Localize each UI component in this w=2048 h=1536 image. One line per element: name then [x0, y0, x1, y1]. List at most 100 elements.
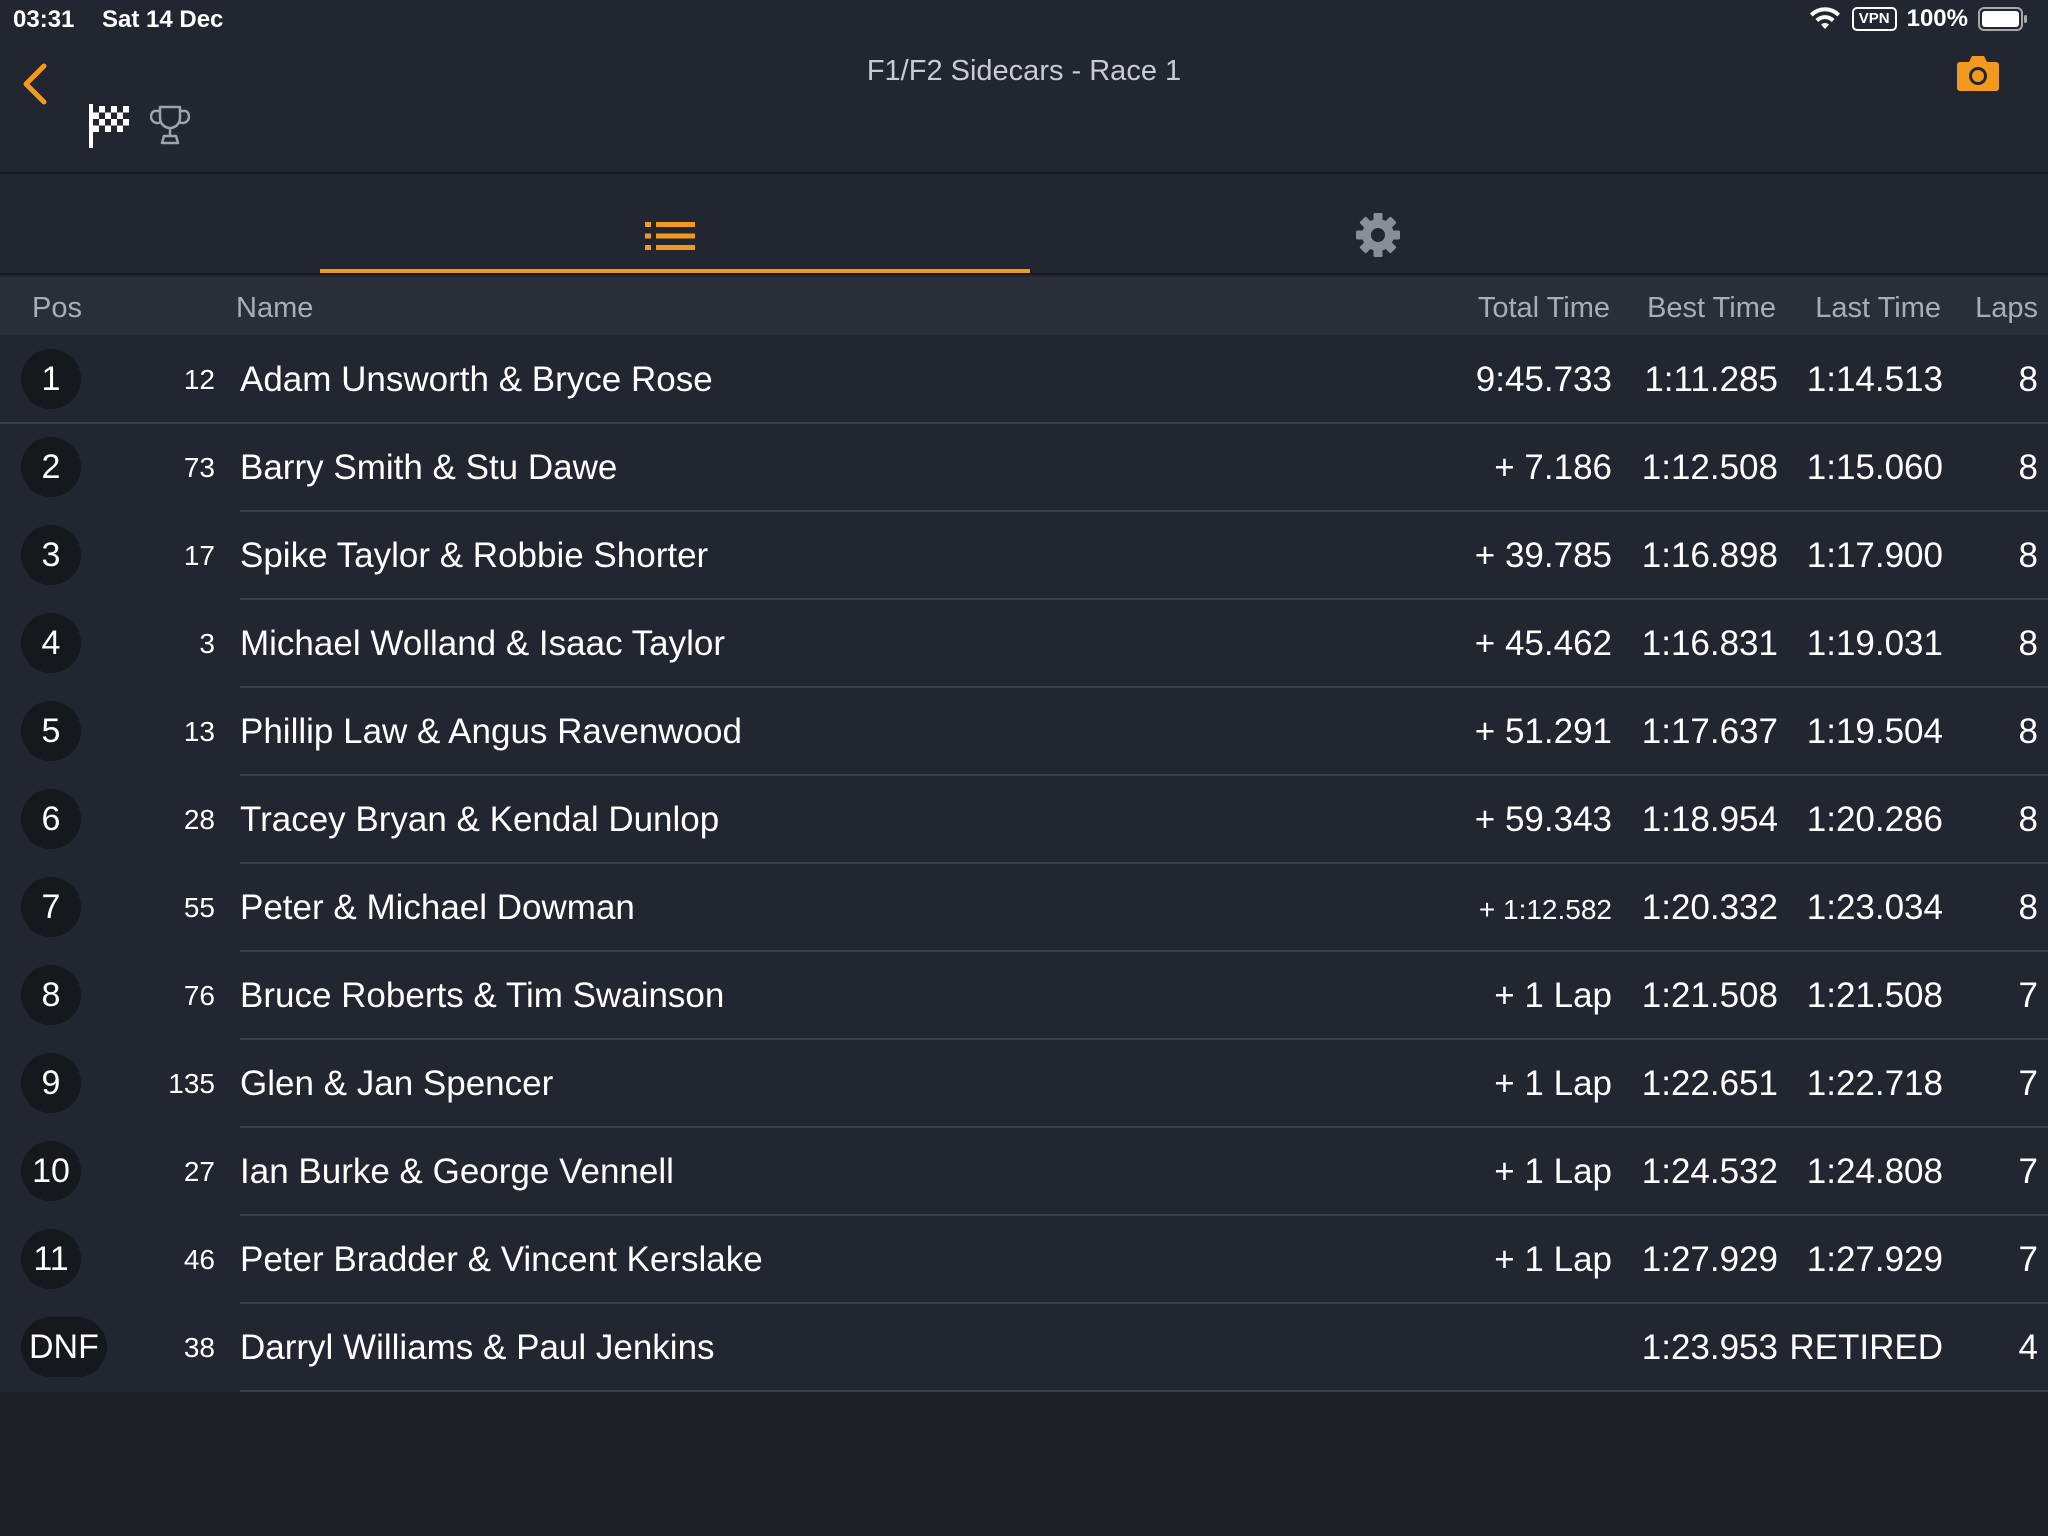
position-badge: 9 — [21, 1053, 81, 1113]
battery-percent: 100% — [1906, 5, 1968, 32]
laps-count: 8 — [2018, 888, 2038, 927]
total-time: 9:45.733 — [1475, 360, 1612, 399]
col-header-last-time: Last Time — [1815, 292, 1941, 324]
best-time: 1:22.651 — [1641, 1064, 1778, 1103]
last-time: 1:24.808 — [1806, 1152, 1943, 1191]
status-right: VPN 100% — [1808, 5, 2028, 33]
laps-count: 8 — [2018, 624, 2038, 663]
nav-header: F1/F2 Sidecars - Race 1 — [0, 40, 2048, 174]
position-badge: 7 — [21, 877, 81, 937]
checkered-flag-icon[interactable] — [87, 102, 131, 150]
results-table-body: 1 12 Adam Unsworth & Bryce Rose 9:45.733… — [0, 336, 2048, 1392]
race-number: 135 — [168, 1068, 215, 1099]
total-time: + 1 Lap — [1494, 976, 1612, 1015]
table-row[interactable]: 3 17 Spike Taylor & Robbie Shorter + 39.… — [0, 512, 2048, 600]
rider-names: Darryl Williams & Paul Jenkins — [240, 1328, 715, 1367]
last-time: 1:22.718 — [1806, 1064, 1943, 1103]
rider-names: Bruce Roberts & Tim Swainson — [240, 976, 725, 1015]
results-table-header: Pos Name Total Time Best Time Last Time … — [0, 277, 2048, 335]
rider-names: Barry Smith & Stu Dawe — [240, 448, 618, 487]
laps-count: 7 — [2018, 1064, 2038, 1103]
position-badge: 2 — [21, 437, 81, 497]
total-time: + 1:12.582 — [1478, 894, 1612, 925]
total-time: + 7.186 — [1494, 448, 1612, 487]
race-number: 46 — [183, 1244, 215, 1275]
best-time: 1:20.332 — [1641, 888, 1778, 927]
table-row[interactable]: 4 3 Michael Wolland & Isaac Taylor + 45.… — [0, 600, 2048, 688]
battery-icon — [1978, 7, 2027, 31]
rider-names: Michael Wolland & Isaac Taylor — [240, 624, 726, 663]
last-time: 1:14.513 — [1806, 360, 1943, 399]
col-header-name: Name — [236, 292, 314, 324]
tab-results-list[interactable] — [320, 176, 1030, 273]
table-row[interactable]: 8 76 Bruce Roberts & Tim Swainson + 1 La… — [0, 952, 2048, 1040]
race-number: 55 — [183, 892, 215, 923]
race-number: 38 — [183, 1332, 215, 1363]
position-badge: 6 — [21, 789, 81, 849]
tab-settings[interactable] — [1030, 176, 1740, 273]
last-time: 1:19.504 — [1806, 712, 1943, 751]
rider-names: Peter & Michael Dowman — [240, 888, 635, 927]
position-badge: 1 — [21, 349, 81, 409]
last-time: 1:20.286 — [1806, 800, 1943, 839]
last-time: 1:23.034 — [1806, 888, 1943, 927]
camera-icon[interactable] — [1956, 54, 2000, 92]
table-row[interactable]: 7 55 Peter & Michael Dowman + 1:12.582 1… — [0, 864, 2048, 952]
total-time: + 1 Lap — [1494, 1152, 1612, 1191]
status-bar: 03:31 Sat 14 Dec VPN 100% — [0, 0, 2048, 40]
rider-names: Adam Unsworth & Bryce Rose — [240, 360, 713, 399]
rider-names: Peter Bradder & Vincent Kerslake — [240, 1240, 763, 1279]
position-badge: 5 — [21, 701, 81, 761]
best-time: 1:17.637 — [1641, 712, 1778, 751]
col-header-total-time: Total Time — [1477, 292, 1610, 324]
laps-count: 7 — [2018, 976, 2038, 1015]
position-badge: 11 — [21, 1229, 81, 1289]
laps-count: 8 — [2018, 360, 2038, 399]
race-number: 73 — [183, 452, 215, 483]
rider-names: Tracey Bryan & Kendal Dunlop — [240, 800, 720, 839]
position-badge: 4 — [21, 613, 81, 673]
table-row[interactable]: 1 12 Adam Unsworth & Bryce Rose 9:45.733… — [0, 336, 2048, 424]
position-badge: DNF — [21, 1317, 107, 1377]
trophy-icon[interactable] — [150, 104, 190, 146]
race-number: 28 — [183, 804, 215, 835]
table-row[interactable]: 11 46 Peter Bradder & Vincent Kerslake +… — [0, 1216, 2048, 1304]
rider-names: Phillip Law & Angus Ravenwood — [240, 712, 742, 751]
total-time: + 45.462 — [1474, 624, 1612, 663]
empty-list-area — [0, 1392, 2048, 1536]
table-row[interactable]: 9 135 Glen & Jan Spencer + 1 Lap 1:22.65… — [0, 1040, 2048, 1128]
rider-names: Spike Taylor & Robbie Shorter — [240, 536, 709, 575]
status-time: 03:31 — [13, 6, 75, 33]
col-header-laps: Laps — [1975, 292, 2038, 324]
total-time: + 1 Lap — [1494, 1064, 1612, 1103]
best-time: 1:12.508 — [1641, 448, 1778, 487]
last-time: 1:19.031 — [1806, 624, 1943, 663]
best-time: 1:11.285 — [1644, 360, 1778, 399]
race-number: 27 — [183, 1156, 215, 1187]
laps-count: 7 — [2018, 1152, 2038, 1191]
total-time: + 39.785 — [1474, 536, 1612, 575]
last-time: RETIRED — [1789, 1328, 1943, 1367]
app-root: 03:31 Sat 14 Dec VPN 100% F1/F2 Sidecars… — [0, 0, 2048, 1536]
race-number: 13 — [183, 716, 215, 747]
table-row[interactable]: 5 13 Phillip Law & Angus Ravenwood + 51.… — [0, 688, 2048, 776]
best-time: 1:16.831 — [1641, 624, 1778, 663]
laps-count: 8 — [2018, 712, 2038, 751]
total-time: + 59.343 — [1474, 800, 1612, 839]
table-row[interactable]: 6 28 Tracey Bryan & Kendal Dunlop + 59.3… — [0, 776, 2048, 864]
table-row[interactable]: 2 73 Barry Smith & Stu Dawe + 7.186 1:12… — [0, 424, 2048, 512]
table-row[interactable]: DNF 38 Darryl Williams & Paul Jenkins 1:… — [0, 1304, 2048, 1392]
rider-names: Glen & Jan Spencer — [240, 1064, 554, 1103]
race-number: 3 — [199, 628, 215, 659]
race-number: 17 — [183, 540, 215, 571]
laps-count: 8 — [2018, 448, 2038, 487]
page-title: F1/F2 Sidecars - Race 1 — [866, 55, 1182, 87]
best-time: 1:21.508 — [1641, 976, 1778, 1015]
last-time: 1:15.060 — [1806, 448, 1943, 487]
position-badge: 8 — [21, 965, 81, 1025]
table-row[interactable]: 10 27 Ian Burke & George Vennell + 1 Lap… — [0, 1128, 2048, 1216]
laps-count: 7 — [2018, 1240, 2038, 1279]
status-date: Sat 14 Dec — [102, 6, 224, 33]
position-badge: 10 — [21, 1141, 81, 1201]
laps-count: 8 — [2018, 800, 2038, 839]
